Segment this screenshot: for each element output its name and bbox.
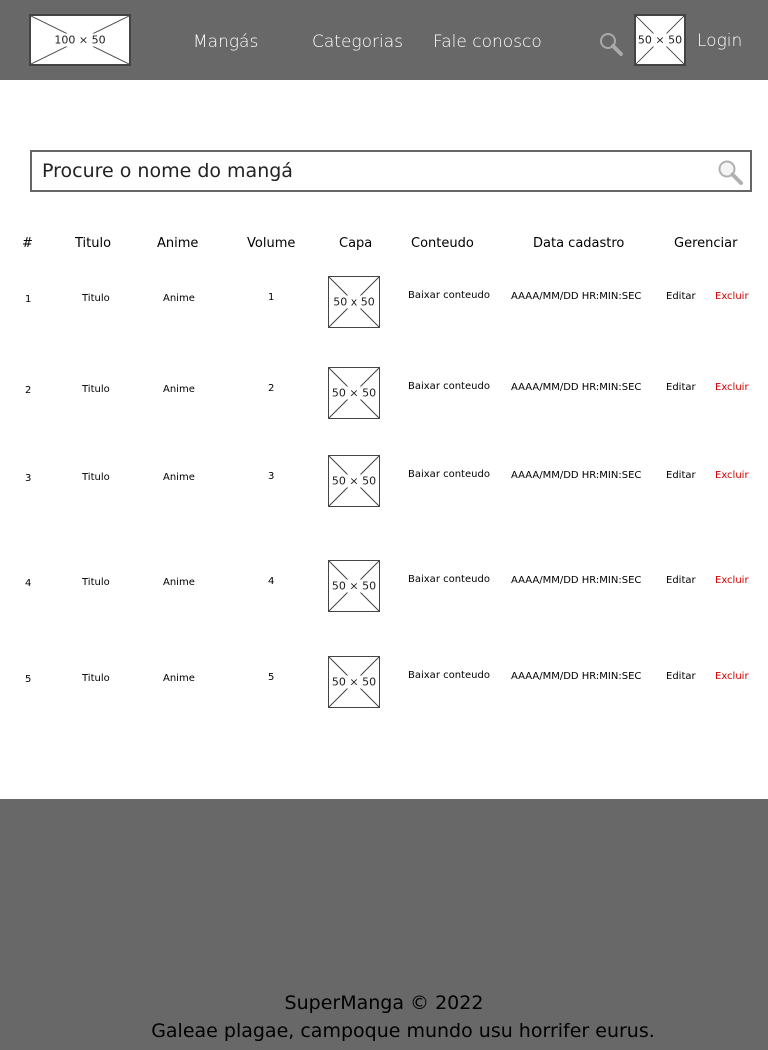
excluir-link[interactable]: Excluir [715, 470, 749, 481]
nav-mangas[interactable]: Mangás [193, 32, 258, 52]
cell-anime: Anime [163, 673, 195, 684]
col-header-data: Data cadastro [533, 236, 625, 251]
cover-label: 50 × 50 [330, 579, 378, 593]
col-header-capa: Capa [339, 236, 373, 251]
cell-volume: 5 [268, 672, 275, 683]
search-icon[interactable] [716, 158, 744, 186]
cover-label: 50 × 50 [330, 386, 378, 400]
cell-titulo: Titulo [82, 673, 110, 684]
cover-image[interactable]: 50 × 50 [328, 560, 380, 612]
baixar-conteudo-link[interactable]: Baixar conteudo [408, 670, 490, 681]
cell-anime: Anime [163, 577, 195, 588]
excluir-link[interactable]: Excluir [715, 671, 749, 682]
cover-image[interactable]: 50 × 50 [328, 656, 380, 708]
search-icon[interactable] [598, 31, 624, 57]
logo-placeholder[interactable]: 100 × 50 [29, 14, 131, 66]
editar-link[interactable]: Editar [666, 575, 696, 586]
nav-categorias[interactable]: Categorias [312, 32, 403, 52]
cell-titulo: Titulo [82, 384, 110, 395]
avatar[interactable]: 50 × 50 [634, 14, 686, 66]
col-header-anime: Anime [157, 236, 199, 251]
table-row: 1 Titulo Anime 1 50 x 50 Baixar conteudo… [0, 276, 768, 336]
cell-num: 4 [25, 578, 32, 589]
footer-tagline: Galeae plagae, campoque mundo usu horrif… [151, 1020, 655, 1042]
cover-label: 50 × 50 [330, 675, 378, 689]
col-header-conteudo: Conteudo [411, 236, 474, 251]
editar-link[interactable]: Editar [666, 382, 696, 393]
cover-image[interactable]: 50 × 50 [328, 455, 380, 507]
logo-label: 100 × 50 [53, 33, 107, 47]
cell-num: 1 [25, 294, 32, 305]
cell-volume: 4 [268, 576, 275, 587]
cell-titulo: Titulo [82, 577, 110, 588]
table-row: 5 Titulo Anime 5 50 × 50 Baixar conteudo… [0, 656, 768, 716]
cover-label: 50 x 50 [332, 295, 376, 309]
avatar-label: 50 × 50 [636, 33, 684, 47]
baixar-conteudo-link[interactable]: Baixar conteudo [408, 574, 490, 585]
cell-volume: 3 [268, 471, 275, 482]
table-row: 3 Titulo Anime 3 50 × 50 Baixar conteudo… [0, 455, 768, 515]
cell-data: AAAA/MM/DD HR:MIN:SEC [511, 470, 642, 481]
col-header-titulo: Titulo [75, 236, 112, 251]
col-header-num: # [22, 236, 33, 251]
nav-fale-conosco[interactable]: Fale conosco [433, 32, 542, 52]
search-input[interactable] [42, 156, 702, 186]
cell-num: 2 [25, 385, 32, 396]
cell-num: 3 [25, 473, 32, 484]
login-link[interactable]: Login [697, 31, 742, 51]
cell-data: AAAA/MM/DD HR:MIN:SEC [511, 575, 642, 586]
search-bar [30, 150, 752, 192]
footer: SuperManga © 2022 Galeae plagae, campoqu… [0, 799, 768, 1050]
cell-anime: Anime [163, 472, 195, 483]
table-row: 2 Titulo Anime 2 50 × 50 Baixar conteudo… [0, 367, 768, 427]
cover-label: 50 × 50 [330, 474, 378, 488]
col-header-volume: Volume [247, 236, 296, 251]
baixar-conteudo-link[interactable]: Baixar conteudo [408, 469, 490, 480]
cell-data: AAAA/MM/DD HR:MIN:SEC [511, 382, 642, 393]
editar-link[interactable]: Editar [666, 470, 696, 481]
cell-data: AAAA/MM/DD HR:MIN:SEC [511, 671, 642, 682]
baixar-conteudo-link[interactable]: Baixar conteudo [408, 381, 490, 392]
cell-titulo: Titulo [82, 293, 110, 304]
baixar-conteudo-link[interactable]: Baixar conteudo [408, 290, 490, 301]
col-header-gerenciar: Gerenciar [674, 236, 738, 251]
cell-data: AAAA/MM/DD HR:MIN:SEC [511, 291, 642, 302]
cell-volume: 1 [268, 292, 275, 303]
excluir-link[interactable]: Excluir [715, 382, 749, 393]
cover-image[interactable]: 50 × 50 [328, 367, 380, 419]
excluir-link[interactable]: Excluir [715, 575, 749, 586]
excluir-link[interactable]: Excluir [715, 291, 749, 302]
editar-link[interactable]: Editar [666, 671, 696, 682]
footer-copyright: SuperManga © 2022 [284, 992, 484, 1014]
cell-num: 5 [25, 674, 32, 685]
cell-anime: Anime [163, 384, 195, 395]
cell-titulo: Titulo [82, 472, 110, 483]
editar-link[interactable]: Editar [666, 291, 696, 302]
header: 100 × 50 Mangás Categorias Fale conosco … [0, 0, 768, 80]
cell-anime: Anime [163, 293, 195, 304]
cover-image[interactable]: 50 x 50 [328, 276, 380, 328]
cell-volume: 2 [268, 383, 275, 394]
table-row: 4 Titulo Anime 4 50 × 50 Baixar conteudo… [0, 560, 768, 620]
